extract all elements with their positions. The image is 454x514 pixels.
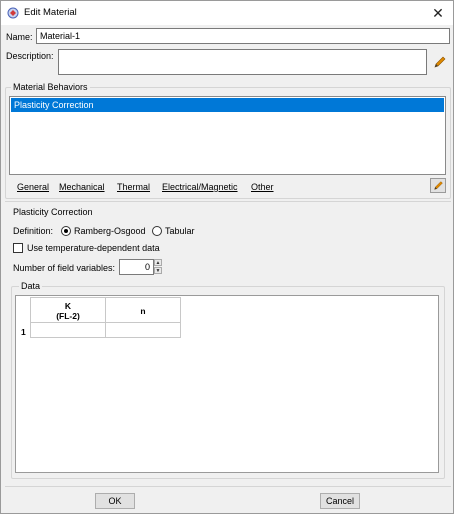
menu-thermal[interactable]: Thermal — [117, 182, 150, 192]
ok-button[interactable]: OK — [95, 493, 135, 509]
field-variables-input[interactable]: 0 — [119, 259, 154, 275]
divider — [5, 201, 451, 202]
edit-pencil-icon[interactable] — [433, 55, 447, 69]
divider — [5, 486, 451, 487]
menu-mechanical[interactable]: Mechanical — [59, 182, 105, 192]
name-field[interactable]: Material-1 — [36, 28, 450, 44]
column-header-n-name: n — [140, 306, 146, 316]
column-header-n[interactable]: n — [105, 297, 181, 323]
description-label: Description: — [6, 51, 54, 61]
field-variables-label: Number of field variables: — [13, 263, 116, 273]
temp-dependent-label: Use temperature-dependent data — [27, 243, 160, 253]
window-title: Edit Material — [24, 7, 77, 18]
spin-up-icon[interactable]: ▲ — [154, 259, 162, 266]
spin-down-icon[interactable]: ▼ — [154, 267, 162, 274]
column-header-k-unit: (FL-2) — [56, 311, 80, 321]
plasticity-correction-title: Plasticity Correction — [13, 207, 93, 217]
field-variables-stepper[interactable]: ▲ ▼ — [154, 259, 162, 275]
cancel-button[interactable]: Cancel — [320, 493, 360, 509]
title-bar: Edit Material ✕ — [1, 1, 453, 25]
table-cell-k[interactable] — [30, 322, 106, 338]
edit-material-dialog: Edit Material ✕ Name: Material-1 Descrip… — [0, 0, 454, 514]
radio-ramberg-osgood[interactable] — [61, 226, 71, 236]
data-group-title: Data — [19, 281, 43, 291]
behaviors-list[interactable]: Plasticity Correction — [9, 96, 446, 175]
edit-behavior-button[interactable] — [430, 178, 446, 193]
radio-tabular[interactable] — [152, 226, 162, 236]
column-header-k[interactable]: K (FL-2) — [30, 297, 106, 323]
close-button[interactable]: ✕ — [423, 1, 453, 25]
menu-general[interactable]: General — [17, 182, 49, 192]
name-label: Name: — [6, 32, 33, 42]
menu-electrical-magnetic[interactable]: Electrical/Magnetic — [162, 182, 238, 192]
app-icon — [7, 7, 19, 19]
data-table[interactable]: K (FL-2) n 1 — [15, 295, 439, 473]
material-behaviors-title: Material Behaviors — [11, 82, 90, 92]
table-cell-n[interactable] — [105, 322, 181, 338]
ramberg-osgood-label: Ramberg-Osgood — [74, 226, 146, 236]
list-item[interactable]: Plasticity Correction — [11, 98, 444, 112]
definition-label: Definition: — [13, 226, 54, 236]
pencil-icon — [434, 181, 443, 190]
temp-dependent-checkbox[interactable] — [13, 243, 23, 253]
menu-other[interactable]: Other — [251, 182, 274, 192]
column-header-k-name: K — [64, 301, 72, 311]
row-number: 1 — [21, 327, 26, 337]
tabular-label: Tabular — [165, 226, 195, 236]
description-field[interactable] — [58, 49, 427, 75]
